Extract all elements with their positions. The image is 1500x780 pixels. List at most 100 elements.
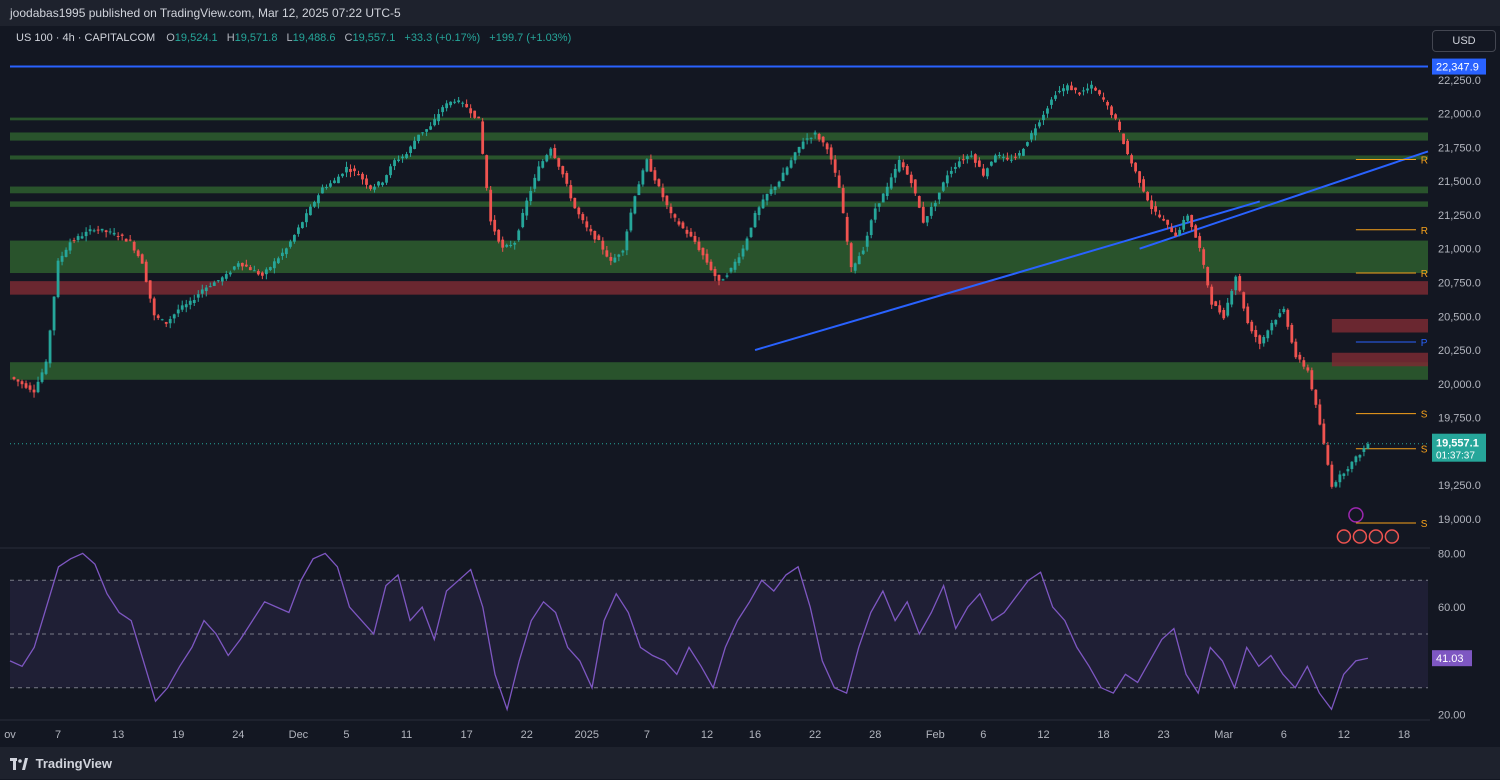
candle-body [64, 249, 68, 257]
candle-body [377, 181, 380, 186]
candle-body [349, 168, 352, 172]
candle-body [573, 197, 577, 209]
candle-body [613, 257, 617, 263]
time-axis-tick: 17 [461, 729, 473, 741]
candle-body [1158, 214, 1162, 218]
candle-body [1310, 370, 1314, 390]
candle-body [773, 186, 777, 191]
candle-body [501, 239, 505, 248]
price-axis-tick: 21,750.0 [1438, 142, 1481, 154]
time-axis-tick: 12 [701, 729, 713, 741]
candle-body [1170, 227, 1174, 233]
candle-body [192, 299, 196, 303]
time-axis-tick: 18 [1398, 729, 1410, 741]
candle-body [1022, 148, 1025, 156]
rsi-band [10, 580, 1428, 688]
candle-body [280, 252, 284, 257]
candle-body [561, 166, 565, 175]
candle-body [825, 143, 829, 150]
candle-body [717, 274, 721, 281]
candle-body [256, 271, 260, 275]
time-axis-tick: 24 [232, 729, 244, 741]
candle-body [625, 231, 629, 251]
high-label: H [226, 32, 235, 44]
candle-body [653, 170, 657, 181]
candle-body [208, 286, 212, 288]
candle-body [92, 230, 96, 232]
candle-body [236, 263, 240, 267]
candle-body [1094, 87, 1097, 91]
candle-body [293, 234, 296, 242]
candle-body [148, 280, 152, 299]
candle-body [889, 177, 893, 189]
pivot-level-label: R [1421, 269, 1428, 280]
candle-body [785, 167, 789, 175]
candle-body [1126, 140, 1129, 155]
candle-body [769, 189, 773, 194]
economic-event-flag-icon[interactable] [1336, 529, 1352, 544]
candle-body [112, 232, 116, 235]
candle-body [297, 227, 300, 234]
candle-body [224, 274, 228, 279]
time-axis-tick: 11 [401, 729, 412, 741]
candle-body [196, 294, 200, 298]
candle-body [929, 206, 933, 216]
candle-body [353, 168, 356, 172]
candle-body [1122, 133, 1125, 145]
economic-event-flag-icon[interactable] [1368, 529, 1384, 544]
candle-body [1254, 329, 1258, 337]
candle-body [713, 269, 717, 277]
candle-body [433, 119, 436, 126]
candle-body [248, 267, 252, 271]
time-axis-tick: Feb [926, 729, 945, 741]
candle-body [357, 174, 360, 176]
currency-button[interactable]: USD [1432, 30, 1496, 52]
candle-body [545, 155, 549, 162]
time-axis-tick: 6 [1281, 729, 1287, 741]
candle-body [453, 101, 457, 103]
candle-body [705, 253, 709, 263]
candle-body [1190, 214, 1194, 228]
candle-body [188, 300, 192, 305]
candle-body [24, 383, 28, 388]
economic-event-flag-icon[interactable] [1352, 529, 1368, 544]
candle-body [449, 101, 453, 106]
symbol-name[interactable]: US 100 · 4h · CAPITALCOM [16, 32, 155, 44]
price-chart[interactable]: R R R P S S S 22,250.0 22,000.0 21,750.0 21,500.0 2… [0, 26, 1500, 747]
candle-body [693, 235, 697, 242]
candle-body [1350, 461, 1354, 469]
time-axis-tick: Mar [1214, 729, 1233, 741]
candle-body [565, 172, 569, 184]
last-price-label: 19,557.1 [1436, 438, 1479, 450]
candle-body [489, 189, 493, 222]
support-zone [10, 117, 1428, 121]
candle-body [1194, 225, 1198, 238]
candle-body [549, 148, 553, 156]
candle-body [1354, 456, 1358, 463]
candle-body [521, 212, 525, 228]
time-axis-tick: 18 [1097, 729, 1109, 741]
candle-body [689, 231, 693, 237]
candle-body [1090, 84, 1093, 89]
time-axis-tick: 19 [172, 729, 184, 741]
candle-body [589, 228, 593, 232]
candle-body [1274, 319, 1278, 325]
candle-body [1046, 108, 1049, 114]
candle-body [877, 203, 881, 207]
candle-body [941, 182, 945, 191]
candle-body [365, 178, 368, 185]
candle-body [156, 315, 160, 318]
time-axis-tick: 7 [644, 729, 650, 741]
candle-body [252, 270, 256, 272]
candle-body [1138, 171, 1141, 183]
candle-body [132, 241, 136, 251]
economic-event-flag-icon[interactable] [1384, 529, 1400, 544]
candle-body [585, 221, 589, 228]
candle-body [1162, 218, 1166, 221]
candle-body [1006, 157, 1009, 160]
candle-body [369, 185, 372, 189]
candle-body [829, 147, 833, 160]
candle-body [1358, 454, 1362, 458]
candle-body [581, 214, 585, 221]
time-axis-tick: 12 [1037, 729, 1049, 741]
